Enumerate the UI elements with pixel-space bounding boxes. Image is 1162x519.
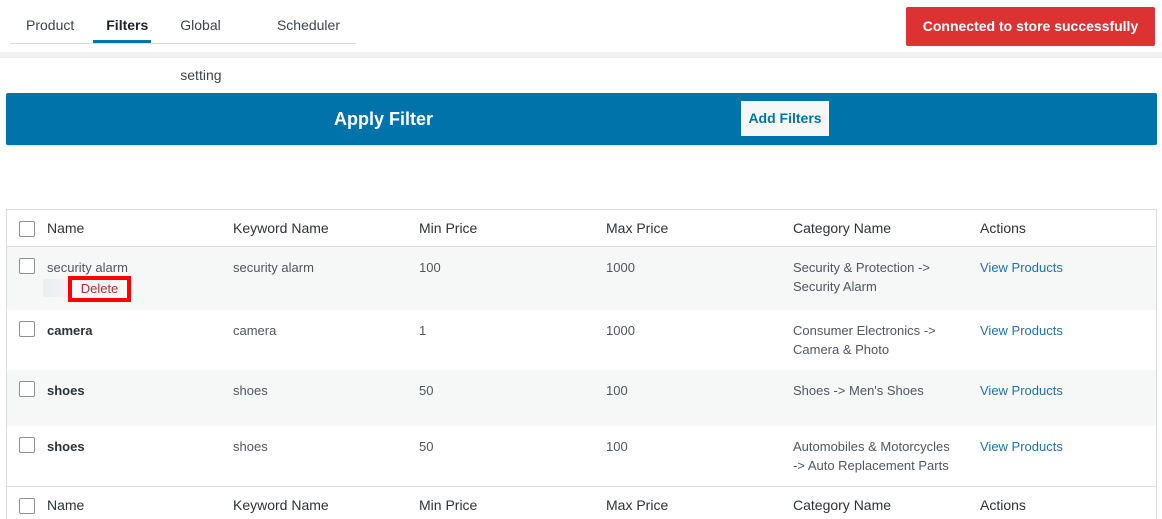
keyword-cell: shoes (233, 439, 268, 454)
row-actions: Delete (43, 276, 217, 302)
column-footer-category: Category Name (793, 497, 892, 513)
category-cell: Security & Protection -> Security Alarm (793, 260, 930, 294)
column-header-actions: Actions (980, 220, 1026, 236)
apply-filter-bar: Apply Filter Add Filters (6, 93, 1157, 145)
filter-name[interactable]: shoes (47, 439, 85, 454)
max-price-cell: 100 (606, 439, 628, 454)
tab-scheduler[interactable]: Scheduler (261, 0, 356, 44)
table-row: camera camera 1 1000 Consumer Electronic… (7, 310, 1156, 370)
filter-name[interactable]: security alarm (47, 258, 217, 277)
table-row: shoes shoes 50 100 Automobiles & Motorcy… (7, 426, 1156, 487)
category-cell: Shoes -> Men's Shoes (793, 383, 924, 398)
table-header-row: Name Keyword Name Min Price Max Price Ca… (7, 210, 1156, 247)
min-price-cell: 100 (419, 260, 441, 275)
tab-product[interactable]: Product (10, 0, 90, 44)
column-footer-keyword: Keyword Name (233, 497, 329, 513)
column-footer-max-price: Max Price (606, 497, 669, 513)
table-row: shoes shoes 50 100 Shoes -> Men's Shoes … (7, 370, 1156, 426)
keyword-cell: shoes (233, 383, 268, 398)
add-filters-button[interactable]: Add Filters (741, 101, 829, 136)
view-products-link[interactable]: View Products (980, 260, 1063, 275)
row-checkbox[interactable] (19, 258, 35, 274)
min-price-cell: 50 (419, 439, 434, 454)
min-price-cell: 1 (419, 323, 427, 338)
max-price-cell: 1000 (606, 260, 635, 275)
table-row: security alarm Delete security alarm 100… (7, 246, 1156, 310)
table-footer-row: Name Keyword Name Min Price Max Price Ca… (7, 486, 1156, 519)
max-price-cell: 100 (606, 383, 628, 398)
max-price-cell: 1000 (606, 323, 635, 338)
column-header-category: Category Name (793, 220, 892, 236)
view-products-link[interactable]: View Products (980, 323, 1063, 338)
row-checkbox[interactable] (19, 437, 35, 453)
column-footer-name[interactable]: Name (39, 487, 225, 519)
filter-name[interactable]: camera (47, 323, 93, 338)
filter-name[interactable]: shoes (47, 383, 85, 398)
column-footer-actions: Actions (980, 497, 1026, 513)
column-header-keyword: Keyword Name (233, 220, 329, 236)
active-tab-indicator (93, 40, 151, 43)
keyword-cell: security alarm (233, 260, 314, 275)
divider (0, 52, 1162, 58)
select-all-checkbox-footer[interactable] (19, 498, 35, 514)
tab-filters[interactable]: Filters (90, 0, 164, 44)
column-header-name[interactable]: Name (39, 210, 225, 247)
select-all-checkbox[interactable] (19, 221, 35, 237)
connection-status-banner: Connected to store successfully (906, 7, 1155, 46)
tab-global-setting[interactable]: Global setting (164, 0, 261, 83)
column-header-min-price: Min Price (419, 220, 478, 236)
min-price-cell: 50 (419, 383, 434, 398)
view-products-link[interactable]: View Products (980, 439, 1063, 454)
column-header-max-price: Max Price (606, 220, 669, 236)
row-checkbox[interactable] (19, 381, 35, 397)
view-products-link[interactable]: View Products (980, 383, 1063, 398)
delete-link[interactable]: Delete (68, 276, 131, 302)
category-cell: Automobiles & Motorcycles -> Auto Replac… (793, 439, 950, 473)
keyword-cell: camera (233, 323, 277, 338)
column-footer-min-price: Min Price (419, 497, 478, 513)
apply-filter-title: Apply Filter (334, 109, 434, 129)
row-checkbox[interactable] (19, 321, 35, 337)
filters-table: Name Keyword Name Min Price Max Price Ca… (6, 209, 1157, 519)
category-cell: Consumer Electronics -> Camera & Photo (793, 323, 936, 357)
main-tabs: Product Filters Global setting Scheduler (10, 0, 356, 83)
